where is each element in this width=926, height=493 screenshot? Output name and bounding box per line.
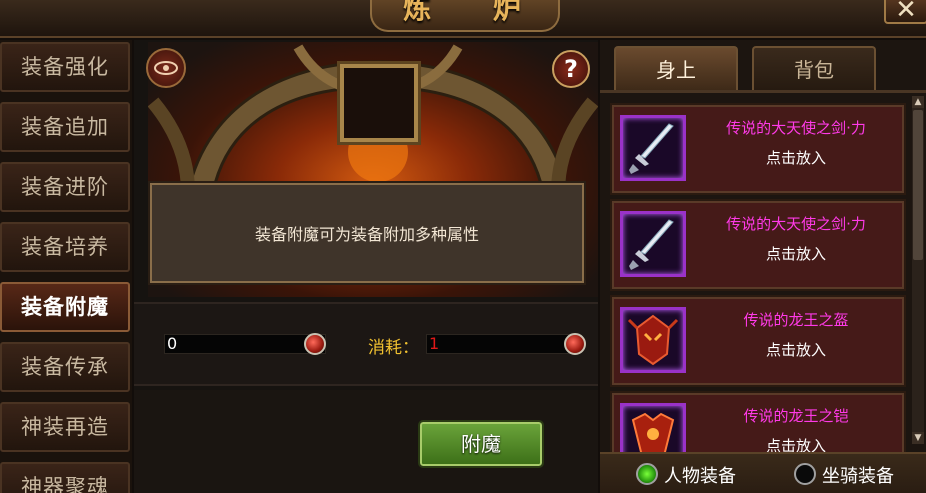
description-box: 装备附魔可为装备附加多种属性 xyxy=(148,181,586,285)
menu-item-reforge[interactable]: 神装再造 xyxy=(0,402,130,452)
cost-row: 0 消耗： 1 xyxy=(134,302,598,386)
scroll-down-icon[interactable]: ▼ xyxy=(912,432,924,444)
enchant-panel: ? 装备附魔可为装备附加多种属性 0 消耗： 1 附魔 xyxy=(134,40,598,493)
title-bar: 炼 炉 ✕ xyxy=(0,0,926,38)
menu-item-append[interactable]: 装备追加 xyxy=(0,102,130,152)
scroll-thumb[interactable] xyxy=(913,110,923,260)
radio-character-equipment[interactable] xyxy=(636,463,658,485)
equipment-filter: 人物装备 坐骑装备 xyxy=(600,452,926,493)
tab-bag[interactable]: 背包 xyxy=(752,46,876,90)
preview-eye-icon[interactable] xyxy=(146,48,186,88)
menu-item-soul-gather[interactable]: 神器聚魂 xyxy=(0,462,130,493)
item-name: 传说的龙王之盔 xyxy=(743,311,849,329)
menu-item-enchant[interactable]: 装备附魔 xyxy=(0,282,130,332)
owned-amount: 0 xyxy=(167,334,178,353)
tab-equipped[interactable]: 身上 xyxy=(614,46,738,90)
list-item[interactable]: 传说的大天使之剑·力 点击放入 xyxy=(610,103,906,195)
cost-label: 消耗： xyxy=(368,338,419,358)
help-icon[interactable]: ? xyxy=(552,50,590,88)
function-menu: 装备强化 装备追加 装备进阶 装备培养 装备附魔 装备传承 神装再造 神器聚魂 xyxy=(0,40,132,493)
equipment-list-panel: 身上 背包 传说的大天使之剑·力 点击放入 传说的大天使之剑·力 点击放入 传说… xyxy=(600,40,926,493)
menu-item-inherit[interactable]: 装备传承 xyxy=(0,342,130,392)
item-name: 传说的大天使之剑·力 xyxy=(726,119,866,137)
helmet-icon xyxy=(620,307,686,373)
cost-gem-icon xyxy=(564,333,586,355)
item-action[interactable]: 点击放入 xyxy=(696,243,896,264)
action-area: 附魔 xyxy=(134,390,598,493)
menu-item-advance[interactable]: 装备进阶 xyxy=(0,162,130,212)
title-plate: 炼 炉 xyxy=(370,0,560,32)
list-scrollbar[interactable]: ▲ ▼ xyxy=(912,96,924,444)
scroll-up-icon[interactable]: ▲ xyxy=(912,96,924,108)
cost-amount-bar: 1 xyxy=(426,334,576,354)
menu-item-enhance[interactable]: 装备强化 xyxy=(0,42,130,92)
menu-item-cultivate[interactable]: 装备培养 xyxy=(0,222,130,272)
item-action[interactable]: 点击放入 xyxy=(696,147,896,168)
item-name: 传说的大天使之剑·力 xyxy=(726,215,866,233)
list-item[interactable]: 传说的大天使之剑·力 点击放入 xyxy=(610,199,906,291)
window-title: 炼 炉 xyxy=(403,0,547,25)
radio-label-mount: 坐骑装备 xyxy=(822,466,894,487)
sword-icon xyxy=(620,211,686,277)
list-item[interactable]: 传说的龙王之盔 点击放入 xyxy=(610,295,906,387)
equipment-list: 传说的大天使之剑·力 点击放入 传说的大天使之剑·力 点击放入 传说的龙王之盔 … xyxy=(600,90,926,490)
equipment-slot[interactable] xyxy=(340,64,418,142)
description-text: 装备附魔可为装备附加多种属性 xyxy=(254,225,479,244)
cost-value: 1 xyxy=(429,334,440,353)
enchant-button[interactable]: 附魔 xyxy=(418,420,544,468)
item-name: 传说的龙王之铠 xyxy=(743,407,849,425)
radio-label-character: 人物装备 xyxy=(664,466,736,487)
item-action[interactable]: 点击放入 xyxy=(696,339,896,360)
enchant-gem-icon xyxy=(304,333,326,355)
radio-mount-equipment[interactable] xyxy=(794,463,816,485)
close-button[interactable]: ✕ xyxy=(884,0,926,24)
owned-amount-bar: 0 xyxy=(164,334,326,354)
sword-icon xyxy=(620,115,686,181)
